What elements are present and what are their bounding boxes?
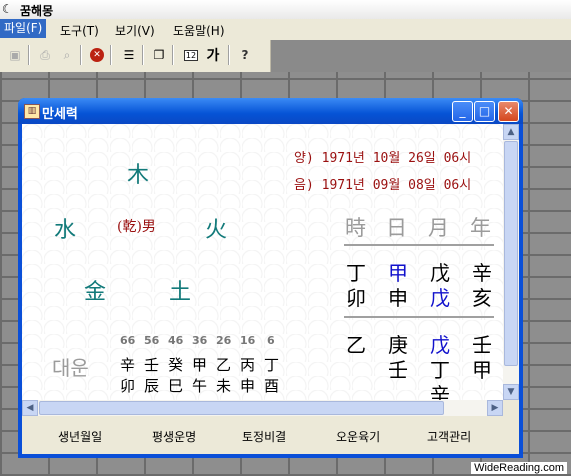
branch-day: 申 bbox=[388, 286, 408, 310]
minimize-button[interactable]: _ bbox=[452, 101, 473, 122]
menu-file[interactable]: 파일(F) bbox=[0, 19, 47, 38]
close-button[interactable]: ✕ bbox=[498, 101, 519, 122]
daeun-stem-6: 丙 bbox=[240, 356, 256, 374]
menu-help[interactable]: 도움말(H) bbox=[170, 22, 228, 39]
maximize-button[interactable]: □ bbox=[474, 101, 495, 122]
age-66: 66 bbox=[120, 334, 136, 347]
horizontal-scrollbar[interactable]: ◀ ▶ bbox=[22, 400, 503, 416]
age-46: 46 bbox=[168, 334, 184, 347]
list-icon[interactable]: ☰ bbox=[120, 46, 138, 64]
print-icon[interactable]: ⎙ bbox=[36, 46, 54, 64]
scroll-up-icon[interactable]: ▲ bbox=[503, 124, 519, 140]
calendar-window: ▥ 만세력 _ □ ✕ 木 水 火 金 土 (乾)男 양) 1971년 10월 … bbox=[18, 98, 523, 458]
moon-icon: ☾ bbox=[2, 2, 13, 16]
tojeong-button[interactable]: 토정비결 bbox=[242, 428, 286, 445]
block-icon[interactable]: ✕ bbox=[88, 46, 106, 64]
header-hour: 時 bbox=[345, 216, 366, 240]
hidden-year-2: 甲 bbox=[472, 358, 492, 382]
hidden-hour-1: 乙 bbox=[346, 333, 366, 357]
element-wood: 木 bbox=[127, 163, 150, 188]
age-36: 36 bbox=[192, 334, 208, 347]
calendar-label: 12 bbox=[183, 49, 199, 61]
daeun-branch-3: 巳 bbox=[168, 377, 184, 395]
gender-label: (乾)男 bbox=[117, 219, 156, 235]
daeun-stem-3: 癸 bbox=[168, 356, 184, 374]
daeun-stem-4: 甲 bbox=[192, 356, 208, 374]
daeun-stem-7: 丁 bbox=[264, 356, 280, 374]
print-preview-icon[interactable]: ⌕ bbox=[58, 46, 76, 64]
daeun-branch-2: 辰 bbox=[144, 377, 160, 395]
age-16: 16 bbox=[240, 334, 256, 347]
branch-hour: 卯 bbox=[346, 286, 366, 310]
daeun-stem-1: 辛 bbox=[120, 356, 136, 374]
five-movements-button[interactable]: 오운육기 bbox=[336, 428, 380, 445]
horizontal-scroll-thumb[interactable] bbox=[39, 401, 444, 415]
daeun-stem-2: 壬 bbox=[144, 356, 160, 374]
solar-date: 양) 1971년 10월 26일 06시 bbox=[294, 151, 472, 166]
app-titlebar: ☾ 꿈해몽 bbox=[0, 0, 571, 20]
age-56: 56 bbox=[144, 334, 160, 347]
element-water: 水 bbox=[54, 218, 77, 243]
scroll-left-icon[interactable]: ◀ bbox=[22, 400, 38, 416]
branch-year: 亥 bbox=[472, 286, 492, 310]
font-icon[interactable]: 가 bbox=[204, 46, 222, 64]
customer-management-button[interactable]: 고객관리 bbox=[427, 428, 471, 445]
daeun-label: 대운 bbox=[52, 356, 89, 380]
menubar: 파일(F) 도구(T) 보기(V) 도움말(H) bbox=[0, 19, 571, 40]
app-title: 꿈해몽 bbox=[20, 4, 54, 18]
lifetime-fortune-button[interactable]: 평생운명 bbox=[152, 428, 196, 445]
element-fire: 火 bbox=[205, 218, 228, 243]
hidden-month-3: 辛 bbox=[430, 383, 450, 400]
header-day: 日 bbox=[386, 216, 407, 240]
book-icon: ▥ bbox=[24, 104, 40, 119]
saju-panel: 木 水 火 金 土 (乾)男 양) 1971년 10월 26일 06시 음) 1… bbox=[22, 124, 503, 400]
vertical-scroll-thumb[interactable] bbox=[504, 141, 518, 366]
daeun-stem-5: 乙 bbox=[216, 356, 232, 374]
help-icon[interactable]: ? bbox=[236, 46, 254, 64]
menu-view[interactable]: 보기(V) bbox=[112, 22, 158, 39]
header-month: 月 bbox=[428, 216, 449, 240]
calendar-icon[interactable]: 12 bbox=[182, 46, 200, 64]
lunar-date: 음) 1971년 09월 08일 06시 bbox=[294, 178, 472, 193]
window-titlebar[interactable]: ▥ 만세력 _ □ ✕ bbox=[18, 98, 523, 124]
scroll-right-icon[interactable]: ▶ bbox=[487, 400, 503, 416]
window-title: 만세력 bbox=[42, 107, 78, 122]
divider-top bbox=[344, 244, 494, 246]
age-6: 6 bbox=[267, 334, 275, 347]
window-client: 木 水 火 金 土 (乾)男 양) 1971년 10월 26일 06시 음) 1… bbox=[22, 124, 519, 454]
copy-icon[interactable]: ❐ bbox=[150, 46, 168, 64]
branch-month: 戊 bbox=[430, 286, 450, 310]
scroll-down-icon[interactable]: ▼ bbox=[503, 384, 519, 400]
action-bar: 생년월일 평생운명 토정비결 오운육기 고객관리 bbox=[22, 416, 519, 454]
hidden-day-2: 壬 bbox=[388, 358, 408, 382]
watermark: WideReading.com bbox=[471, 462, 567, 474]
daeun-branch-6: 申 bbox=[240, 377, 256, 395]
header-year: 年 bbox=[470, 216, 491, 240]
vertical-scrollbar[interactable]: ▲ ▼ bbox=[503, 124, 519, 400]
save-icon[interactable]: ▣ bbox=[6, 46, 24, 64]
age-26: 26 bbox=[216, 334, 232, 347]
daeun-branch-5: 未 bbox=[216, 377, 232, 395]
daeun-branch-4: 午 bbox=[192, 377, 208, 395]
daeun-branch-7: 酉 bbox=[264, 377, 280, 395]
scroll-corner bbox=[503, 400, 519, 416]
daeun-branch-1: 卯 bbox=[120, 377, 136, 395]
toolbar: ▣ ⎙ ⌕ ✕ ☰ ❐ 12 가 ? bbox=[0, 40, 271, 73]
menu-tools[interactable]: 도구(T) bbox=[57, 22, 102, 39]
element-metal: 金 bbox=[84, 280, 107, 305]
birthdate-button[interactable]: 생년월일 bbox=[58, 428, 102, 445]
element-earth: 土 bbox=[169, 280, 192, 305]
divider-middle bbox=[344, 316, 494, 318]
